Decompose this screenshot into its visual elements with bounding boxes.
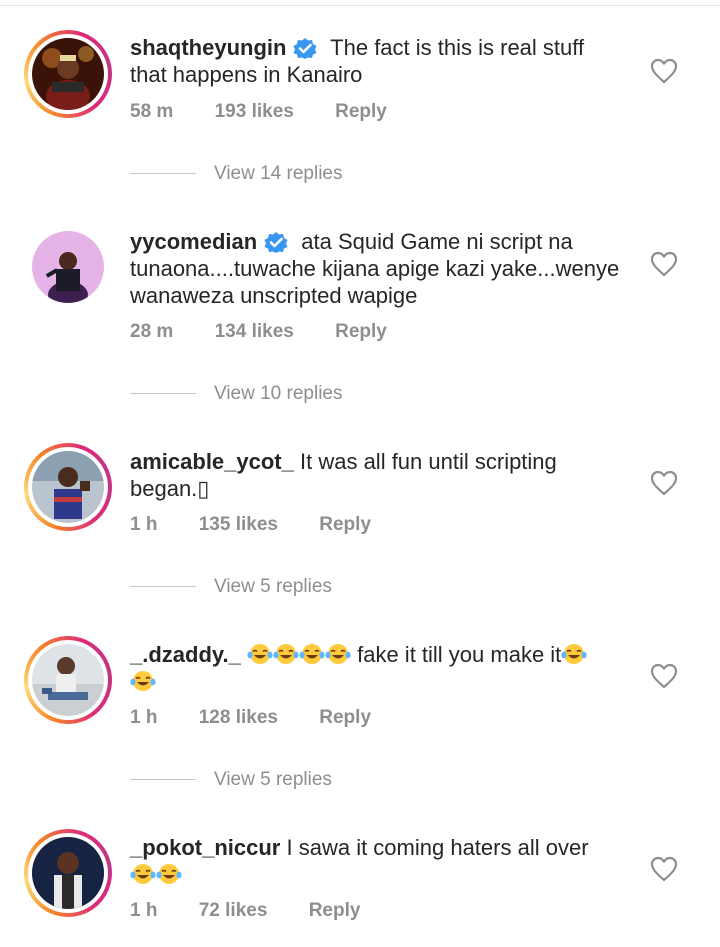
comment-time: 1 h xyxy=(130,900,158,921)
avatar[interactable] xyxy=(32,38,104,110)
heart-outline-icon[interactable] xyxy=(650,58,678,84)
heart-outline-icon[interactable] xyxy=(650,251,678,277)
view-replies-button[interactable]: View 5 replies xyxy=(130,576,332,598)
heart-outline-icon[interactable] xyxy=(650,470,678,496)
view-replies-button[interactable]: View 14 replies xyxy=(130,163,343,185)
verified-badge-icon xyxy=(290,37,320,59)
username[interactable]: amicable_ycot_ xyxy=(130,449,294,474)
comment-body: amicable_ycot_ It was all fun until scri… xyxy=(130,448,622,502)
comment-body: shaqtheyungin The fact is this is real s… xyxy=(130,34,622,88)
replies-divider xyxy=(130,173,196,175)
like-count[interactable]: 134 likes xyxy=(215,321,294,343)
view-replies-button[interactable]: View 5 replies xyxy=(130,769,332,791)
avatar-story-ring[interactable] xyxy=(24,30,112,118)
comment-meta: 1 h 128 likes Reply xyxy=(130,707,371,729)
reply-button[interactable]: Reply xyxy=(335,101,387,123)
tears-of-joy-emoji-icon xyxy=(156,863,182,885)
tears-of-joy-emoji-icon xyxy=(325,643,351,665)
username[interactable]: yycomedian xyxy=(130,229,257,254)
comment-meta: 58 m 193 likes Reply xyxy=(130,101,387,123)
comment-time: 28 m xyxy=(130,321,174,342)
view-replies-button[interactable]: View 10 replies xyxy=(130,383,343,405)
reply-button[interactable]: Reply xyxy=(319,707,371,729)
avatar[interactable] xyxy=(32,231,104,303)
comment-body: yycomedian ata Squid Game ni script na t… xyxy=(130,228,622,309)
missing-glyph: ▯ xyxy=(197,476,210,501)
comment-body: _.dzaddy._ fake it till you make it xyxy=(130,641,622,695)
reply-button[interactable]: Reply xyxy=(335,321,387,343)
comment-body: _pokot_niccur I sawa it coming haters al… xyxy=(130,834,622,888)
tears-of-joy-emoji-icon xyxy=(247,643,273,665)
top-divider xyxy=(0,5,720,6)
username[interactable]: _.dzaddy._ xyxy=(130,642,241,667)
tears-of-joy-emoji-icon xyxy=(130,863,156,885)
heart-outline-icon[interactable] xyxy=(650,663,678,689)
view-replies-label[interactable]: View 10 replies xyxy=(214,383,343,404)
view-replies-label[interactable]: View 5 replies xyxy=(214,576,332,597)
username[interactable]: shaqtheyungin xyxy=(130,35,286,60)
like-count[interactable]: 193 likes xyxy=(215,101,294,123)
reply-button[interactable]: Reply xyxy=(319,514,371,536)
avatar[interactable] xyxy=(32,451,104,523)
replies-divider xyxy=(130,779,196,781)
replies-divider xyxy=(130,393,196,395)
tears-of-joy-emoji-icon xyxy=(130,670,156,692)
view-replies-label[interactable]: View 14 replies xyxy=(214,163,343,184)
comment-meta: 1 h 135 likes Reply xyxy=(130,514,371,536)
avatar[interactable] xyxy=(32,837,104,909)
avatar-story-ring[interactable] xyxy=(24,829,112,917)
verified-badge-icon xyxy=(261,231,291,253)
comment-meta: 1 h 72 likes Reply xyxy=(130,900,360,922)
comment-time: 58 m xyxy=(130,101,174,122)
comment-text: I sawa it coming haters all over xyxy=(286,835,589,860)
tears-of-joy-emoji-icon xyxy=(561,643,587,665)
comment-text: fake it till you make it xyxy=(357,642,562,667)
avatar-story-ring[interactable] xyxy=(24,636,112,724)
username[interactable]: _pokot_niccur xyxy=(130,835,280,860)
view-replies-label[interactable]: View 5 replies xyxy=(214,769,332,790)
comment-time: 1 h xyxy=(130,707,158,728)
tears-of-joy-emoji-icon xyxy=(299,643,325,665)
replies-divider xyxy=(130,586,196,588)
avatar-story-ring[interactable] xyxy=(24,443,112,531)
tears-of-joy-emoji-icon xyxy=(273,643,299,665)
reply-button[interactable]: Reply xyxy=(309,900,361,922)
avatar[interactable] xyxy=(32,644,104,716)
comment-meta: 28 m 134 likes Reply xyxy=(130,321,387,343)
heart-outline-icon[interactable] xyxy=(650,856,678,882)
like-count[interactable]: 72 likes xyxy=(199,900,268,922)
like-count[interactable]: 128 likes xyxy=(199,707,278,729)
comment-time: 1 h xyxy=(130,514,158,535)
like-count[interactable]: 135 likes xyxy=(199,514,278,536)
